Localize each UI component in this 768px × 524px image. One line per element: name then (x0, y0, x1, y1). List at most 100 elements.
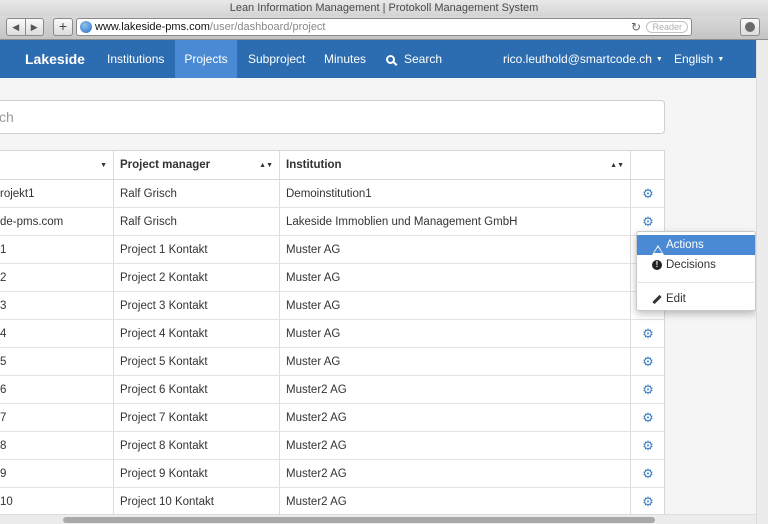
menu-item-decisions[interactable]: ! Decisions (637, 255, 755, 275)
cell-project-manager: Ralf Grisch (114, 180, 280, 207)
caret-down-icon: ▼ (717, 56, 725, 63)
user-menu[interactable]: rico.leuthold@smartcode.ch ▼ (503, 40, 663, 78)
cell-project-manager: Project 10 Kontakt (114, 488, 280, 514)
table-row[interactable]: 2 Project 2 Kontakt Muster AG (0, 264, 664, 292)
search-input[interactable]: ch (0, 100, 665, 134)
menu-item-edit[interactable]: Edit (637, 289, 755, 309)
cell-project-name[interactable]: 8 (0, 432, 114, 459)
horizontal-scrollbar[interactable] (0, 514, 756, 524)
cell-institution: Muster2 AG (280, 376, 631, 403)
sort-icon[interactable]: ▲▼ (610, 151, 624, 179)
menu-item-label: Decisions (666, 259, 716, 271)
gear-icon[interactable]: ⚙ (642, 180, 654, 207)
table-row[interactable]: 6 Project 6 Kontakt Muster2 AG ⚙ (0, 376, 664, 404)
table-row[interactable]: 3 Project 3 Kontakt Muster AG (0, 292, 664, 320)
nav-search[interactable]: Search (376, 40, 452, 78)
cell-project-manager: Project 3 Kontakt (114, 292, 280, 319)
cell-project-manager: Project 7 Kontakt (114, 404, 280, 431)
column-header-name[interactable]: ▼ (0, 151, 114, 179)
downloads-icon[interactable] (740, 18, 760, 36)
column-header-actions (631, 151, 665, 179)
table-row[interactable]: 10 Project 10 Kontakt Muster2 AG ⚙ (0, 488, 664, 514)
gear-icon[interactable]: ⚙ (642, 320, 654, 347)
gear-icon[interactable]: ⚙ (642, 348, 654, 375)
caret-down-icon: ▼ (655, 56, 663, 63)
gear-icon[interactable]: ⚙ (642, 432, 654, 459)
forward-button[interactable]: ▶ (26, 19, 44, 35)
language-label: English (674, 52, 714, 66)
menu-item-actions[interactable]: Actions (637, 235, 755, 255)
menu-divider (638, 282, 754, 283)
cell-project-name[interactable]: 9 (0, 460, 114, 487)
table-row[interactable]: 1 Project 1 Kontakt Muster AG (0, 236, 664, 264)
cell-actions: ⚙ (631, 404, 665, 431)
cell-project-name[interactable]: de-pms.com (0, 208, 114, 235)
cell-project-manager: Project 4 Kontakt (114, 320, 280, 347)
cell-actions: ⚙ (631, 460, 665, 487)
brand-logo[interactable]: Lakeside (25, 40, 85, 78)
table-row[interactable]: 9 Project 9 Kontakt Muster2 AG ⚙ (0, 460, 664, 488)
history-buttons: ◀ ▶ (6, 18, 44, 36)
nav-label: Subproject (248, 52, 306, 66)
reader-button[interactable]: Reader (646, 21, 688, 33)
cell-project-name[interactable]: 3 (0, 292, 114, 319)
new-tab-button[interactable]: + (53, 18, 73, 36)
search-icon (386, 55, 395, 64)
nav-label: Institutions (107, 52, 165, 66)
header-label: Project manager (120, 159, 211, 171)
cell-project-name[interactable]: 10 (0, 488, 114, 514)
user-email: rico.leuthold@smartcode.ch (503, 52, 652, 66)
row-actions-dropdown: Actions ! Decisions Edit (636, 231, 756, 311)
cell-project-name[interactable]: 6 (0, 376, 114, 403)
sort-icon[interactable]: ▼ (100, 151, 107, 179)
gear-icon[interactable]: ⚙ (642, 404, 654, 431)
table-row[interactable]: de-pms.com Ralf Grisch Lakeside Immoblien … (0, 208, 664, 236)
cell-project-name[interactable]: rojekt1 (0, 180, 114, 207)
exclamation-icon: ! (652, 260, 663, 271)
cell-project-name[interactable]: 2 (0, 264, 114, 291)
cell-actions: ⚙ (631, 180, 665, 207)
header-label: Institution (286, 159, 342, 171)
menu-item-label: Actions (666, 239, 704, 251)
window-title: Lean Information Management | Protokoll … (0, 0, 768, 16)
cell-project-name[interactable]: 7 (0, 404, 114, 431)
cell-project-name[interactable]: 5 (0, 348, 114, 375)
column-header-institution[interactable]: Institution ▲▼ (280, 151, 631, 179)
table-row[interactable]: 5 Project 5 Kontakt Muster AG ⚙ (0, 348, 664, 376)
sort-icon[interactable]: ▲▼ (259, 151, 273, 179)
scrollbar-thumb[interactable] (63, 517, 655, 523)
gear-icon[interactable]: ⚙ (642, 460, 654, 487)
vertical-scrollbar[interactable] (756, 40, 768, 524)
projects-table: ▼ Project manager ▲▼ Institution ▲▼ rojekt… (0, 150, 665, 514)
cell-project-name[interactable]: 4 (0, 320, 114, 347)
cell-institution: Demoinstitution1 (280, 180, 631, 207)
nav-subproject[interactable]: Subproject (238, 40, 315, 78)
cell-project-name[interactable]: 1 (0, 236, 114, 263)
nav-minutes[interactable]: Minutes (314, 40, 376, 78)
nav-label: Minutes (324, 52, 367, 66)
menu-item-label: Edit (666, 293, 686, 305)
table-row[interactable]: 7 Project 7 Kontakt Muster2 AG ⚙ (0, 404, 664, 432)
nav-projects[interactable]: Projects (175, 40, 237, 78)
back-button[interactable]: ◀ (7, 19, 26, 35)
nav-institutions[interactable]: Institutions (97, 40, 174, 78)
table-row[interactable]: rojekt1 Ralf Grisch Demoinstitution1 ⚙ (0, 180, 664, 208)
table-body: rojekt1 Ralf Grisch Demoinstitution1 ⚙ de-pm… (0, 180, 664, 514)
cell-institution: Muster2 AG (280, 404, 631, 431)
cell-actions: ⚙ (631, 376, 665, 403)
reload-icon[interactable]: ↻ (631, 19, 641, 35)
cell-institution: Muster2 AG (280, 488, 631, 514)
browser-toolbar: ◀ ▶ + www.lakeside-pms.com/user/dashboar… (0, 16, 768, 40)
table-row[interactable]: 4 Project 4 Kontakt Muster AG ⚙ (0, 320, 664, 348)
table-row[interactable]: 8 Project 8 Kontakt Muster2 AG ⚙ (0, 432, 664, 460)
cell-project-manager: Ralf Grisch (114, 208, 280, 235)
address-bar[interactable]: www.lakeside-pms.com/user/dashboard/proj… (76, 18, 692, 36)
language-menu[interactable]: English ▼ (674, 40, 724, 78)
gear-icon[interactable]: ⚙ (642, 488, 654, 514)
nav-label: Projects (184, 52, 228, 66)
cell-project-manager: Project 1 Kontakt (114, 236, 280, 263)
cell-actions: ⚙ (631, 320, 665, 347)
column-header-manager[interactable]: Project manager ▲▼ (114, 151, 280, 179)
gear-icon[interactable]: ⚙ (642, 376, 654, 403)
cell-institution: Muster AG (280, 320, 631, 347)
